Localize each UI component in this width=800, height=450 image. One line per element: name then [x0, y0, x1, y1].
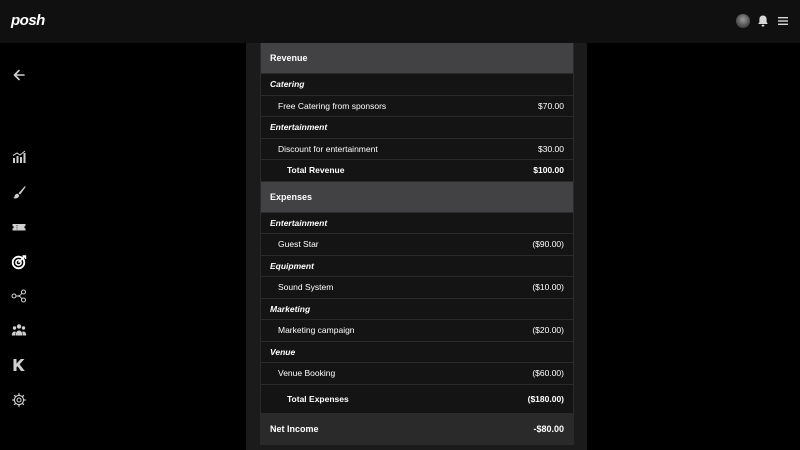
gear-icon[interactable]	[11, 392, 27, 408]
header-actions	[736, 14, 790, 28]
line-item-amount: ($90.00)	[532, 239, 564, 250]
table-row: Marketing campaign ($20.00)	[261, 320, 573, 342]
category-label: Marketing	[261, 299, 573, 320]
top-bar: posh	[0, 0, 800, 43]
line-item-label: Venue Booking	[278, 368, 336, 379]
line-item-label: Discount for entertainment	[278, 143, 378, 154]
ticket-icon[interactable]	[11, 219, 27, 235]
category-label: Catering	[261, 74, 573, 96]
net-income-amount: -$80.00	[533, 423, 564, 434]
total-revenue-row: Total Revenue $100.00	[261, 160, 573, 182]
line-item-amount: $30.00	[538, 143, 564, 154]
line-item-amount: ($60.00)	[532, 368, 564, 379]
line-item-amount: $70.00	[538, 100, 564, 111]
total-expenses-amount: ($180.00)	[527, 393, 564, 404]
total-expenses-label: Total Expenses	[287, 393, 349, 404]
people-icon[interactable]	[11, 322, 27, 338]
profit-loss-table: Revenue Catering Free Catering from spon…	[260, 43, 574, 445]
line-item-label: Sound System	[278, 282, 334, 293]
total-revenue-amount: $100.00	[533, 165, 564, 176]
table-row: Free Catering from sponsors $70.00	[261, 96, 573, 117]
category-label: Entertainment	[261, 213, 573, 234]
net-income-label: Net Income	[270, 423, 319, 434]
category-label: Equipment	[261, 256, 573, 277]
line-item-amount: ($10.00)	[532, 282, 564, 293]
sidebar	[0, 43, 40, 450]
posh-logo[interactable]: posh	[11, 12, 45, 29]
table-row: Sound System ($10.00)	[261, 277, 573, 299]
user-avatar[interactable]	[736, 14, 750, 28]
table-row: Venue Booking ($60.00)	[261, 363, 573, 385]
k-icon[interactable]	[11, 357, 27, 373]
paintbrush-icon[interactable]	[11, 184, 27, 200]
network-icon[interactable]	[11, 288, 27, 304]
bar-chart-icon[interactable]	[11, 149, 27, 165]
expenses-header: Expenses	[261, 181, 573, 213]
table-row: Guest Star ($90.00)	[261, 234, 573, 256]
target-icon[interactable]	[11, 254, 27, 270]
net-income-row: Net Income -$80.00	[261, 413, 573, 444]
revenue-header: Revenue	[261, 43, 573, 74]
line-item-amount: ($20.00)	[532, 325, 564, 336]
line-item-label: Free Catering from sponsors	[278, 100, 387, 111]
category-label: Venue	[261, 342, 573, 363]
hamburger-menu-icon[interactable]	[776, 14, 790, 28]
line-item-label: Guest Star	[278, 239, 319, 250]
line-item-label: Marketing campaign	[278, 325, 355, 336]
total-revenue-label: Total Revenue	[287, 165, 345, 176]
total-expenses-row: Total Expenses ($180.00)	[261, 385, 573, 414]
arrow-left-icon[interactable]	[11, 67, 27, 83]
category-label: Entertainment	[261, 117, 573, 139]
table-row: Discount for entertainment $30.00	[261, 139, 573, 160]
bell-icon[interactable]	[756, 14, 770, 28]
